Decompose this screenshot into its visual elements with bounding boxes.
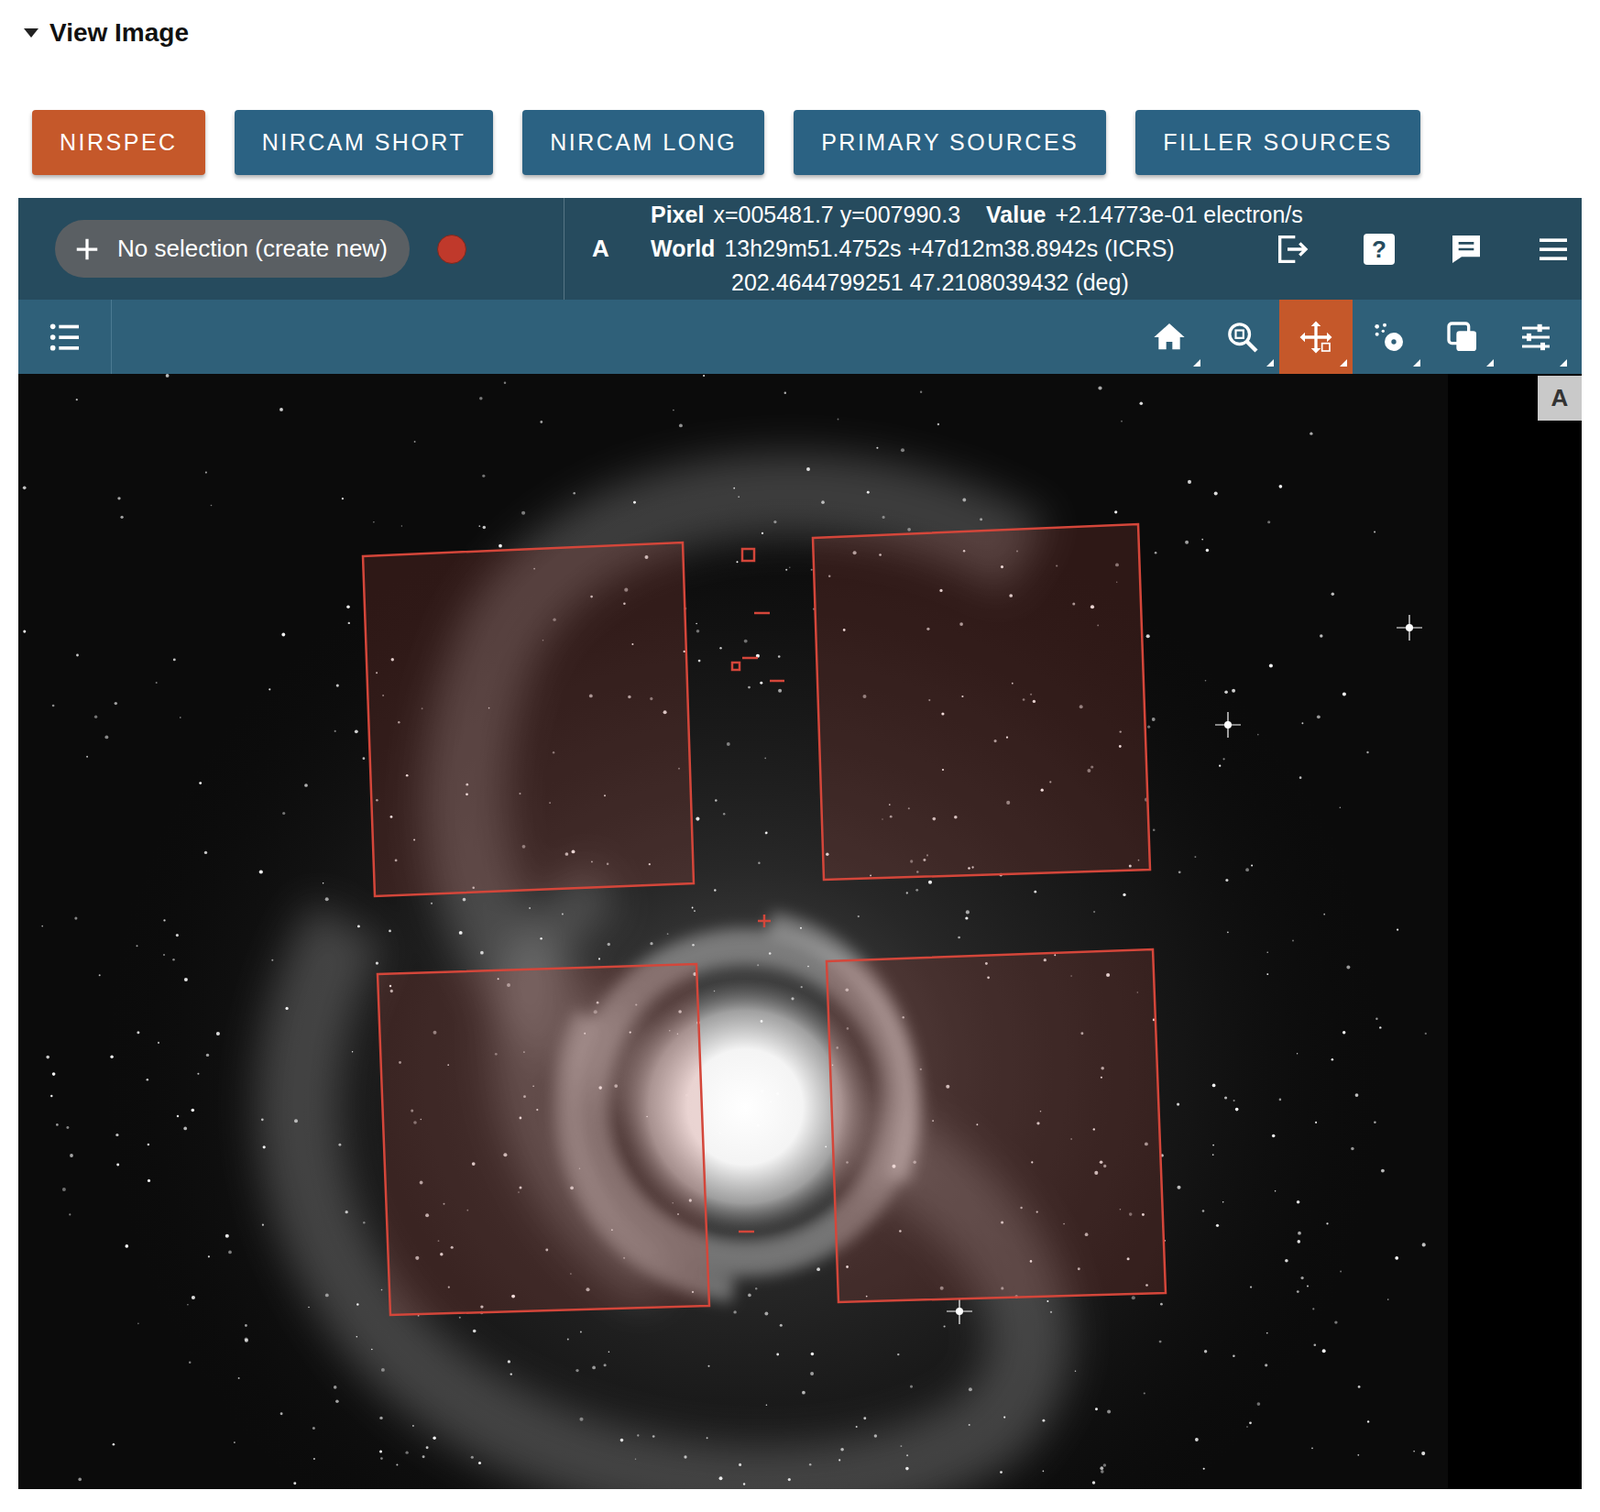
viewer-topbar: No selection (create new) A Pixelx=005481.… xyxy=(18,197,1582,300)
menu-button[interactable] xyxy=(1534,230,1572,268)
shutter-quadrant xyxy=(826,949,1166,1303)
readout-value: x=005481.7 y=007990.3 xyxy=(712,197,961,232)
plus-icon[interactable] xyxy=(73,235,101,264)
viewer-name: A xyxy=(591,230,610,267)
toolbar-tool[interactable] xyxy=(1352,299,1426,374)
sky-image[interactable]: A xyxy=(18,373,1582,1490)
collapse-caret-icon[interactable] xyxy=(23,28,39,38)
instrument-tab[interactable]: NIRSPEC xyxy=(32,109,206,176)
layer-list-icon[interactable] xyxy=(46,318,84,356)
instrument-tab[interactable]: FILLER SOURCES xyxy=(1135,109,1420,176)
shutter-quadrant xyxy=(377,964,710,1316)
readout-value: 13h29m51.4752s +47d12m38.8942s (ICRS) xyxy=(723,231,1174,266)
home-icon[interactable] xyxy=(1150,318,1188,356)
selection-dropdown[interactable]: No selection (create new) xyxy=(54,219,410,278)
view-image-header[interactable]: View Image xyxy=(0,0,1600,52)
galaxy-image[interactable] xyxy=(18,373,1582,1490)
layer-list-button[interactable] xyxy=(18,299,112,374)
instrument-tab[interactable]: PRIMARY SOURCES xyxy=(793,109,1107,176)
shutter-quadrant xyxy=(812,524,1151,880)
zoom-icon[interactable] xyxy=(1224,318,1261,356)
viewer-toolbar xyxy=(18,299,1582,374)
toolbar-tool[interactable] xyxy=(1425,299,1500,374)
readout-value: 202.4644799251 47.2108039432 (deg) xyxy=(731,265,1129,300)
readout-value: +2.14773e-01 electron/s xyxy=(1054,197,1303,232)
export-button[interactable] xyxy=(1273,230,1311,268)
settings-icon[interactable] xyxy=(1517,318,1555,356)
readout-label: World xyxy=(650,231,715,266)
help-icon[interactable]: ? xyxy=(1363,233,1395,265)
instrument-tabs: NIRSPEC NIRCAM SHORT NIRCAM LONG PRIMARY SO… xyxy=(0,109,1600,176)
instrument-tab[interactable]: NIRCAM LONG xyxy=(522,109,765,176)
readout-label: Pixel xyxy=(650,197,704,232)
section-title[interactable]: View Image xyxy=(49,14,189,52)
viewer-actions: ? xyxy=(1264,197,1582,300)
layers-icon[interactable] xyxy=(1444,318,1481,356)
readout-label: Value xyxy=(986,197,1046,232)
world-deg-readout: 202.4644799251 47.2108039432 (deg) xyxy=(650,265,1265,300)
selection-area: No selection (create new) xyxy=(18,197,565,300)
comment-icon[interactable] xyxy=(1447,230,1485,268)
select-icon[interactable] xyxy=(1370,318,1408,356)
toolbar-tool[interactable] xyxy=(1205,299,1280,374)
world-readout: World13h29m51.4752s +47d12m38.8942s (ICR… xyxy=(650,231,1265,266)
pixel-readout: Pixelx=005481.7 y=007990.3 Value+2.14773e… xyxy=(650,197,1582,232)
selection-label[interactable]: No selection (create new) xyxy=(117,230,388,267)
tool-group xyxy=(1132,299,1582,374)
export-icon[interactable] xyxy=(1273,230,1311,268)
toolbar-tool[interactable] xyxy=(1132,299,1206,374)
viewer-label: A xyxy=(564,197,651,300)
fixed-slits xyxy=(732,548,785,1232)
menu-icon[interactable] xyxy=(1534,230,1572,268)
image-viewer: No selection (create new) A Pixelx=005481.… xyxy=(18,197,1582,1490)
comment-button[interactable] xyxy=(1447,230,1485,268)
pan-icon[interactable] xyxy=(1297,318,1335,356)
help-button[interactable]: ? xyxy=(1360,230,1398,268)
selection-color-dot[interactable] xyxy=(437,234,467,264)
toolbar-tool[interactable] xyxy=(1279,299,1353,374)
shutter-quadrant xyxy=(362,542,694,897)
toolbar-tool[interactable] xyxy=(1499,299,1573,374)
instrument-tab[interactable]: NIRCAM SHORT xyxy=(234,109,494,176)
viewer-id-badge: A xyxy=(1537,375,1582,421)
